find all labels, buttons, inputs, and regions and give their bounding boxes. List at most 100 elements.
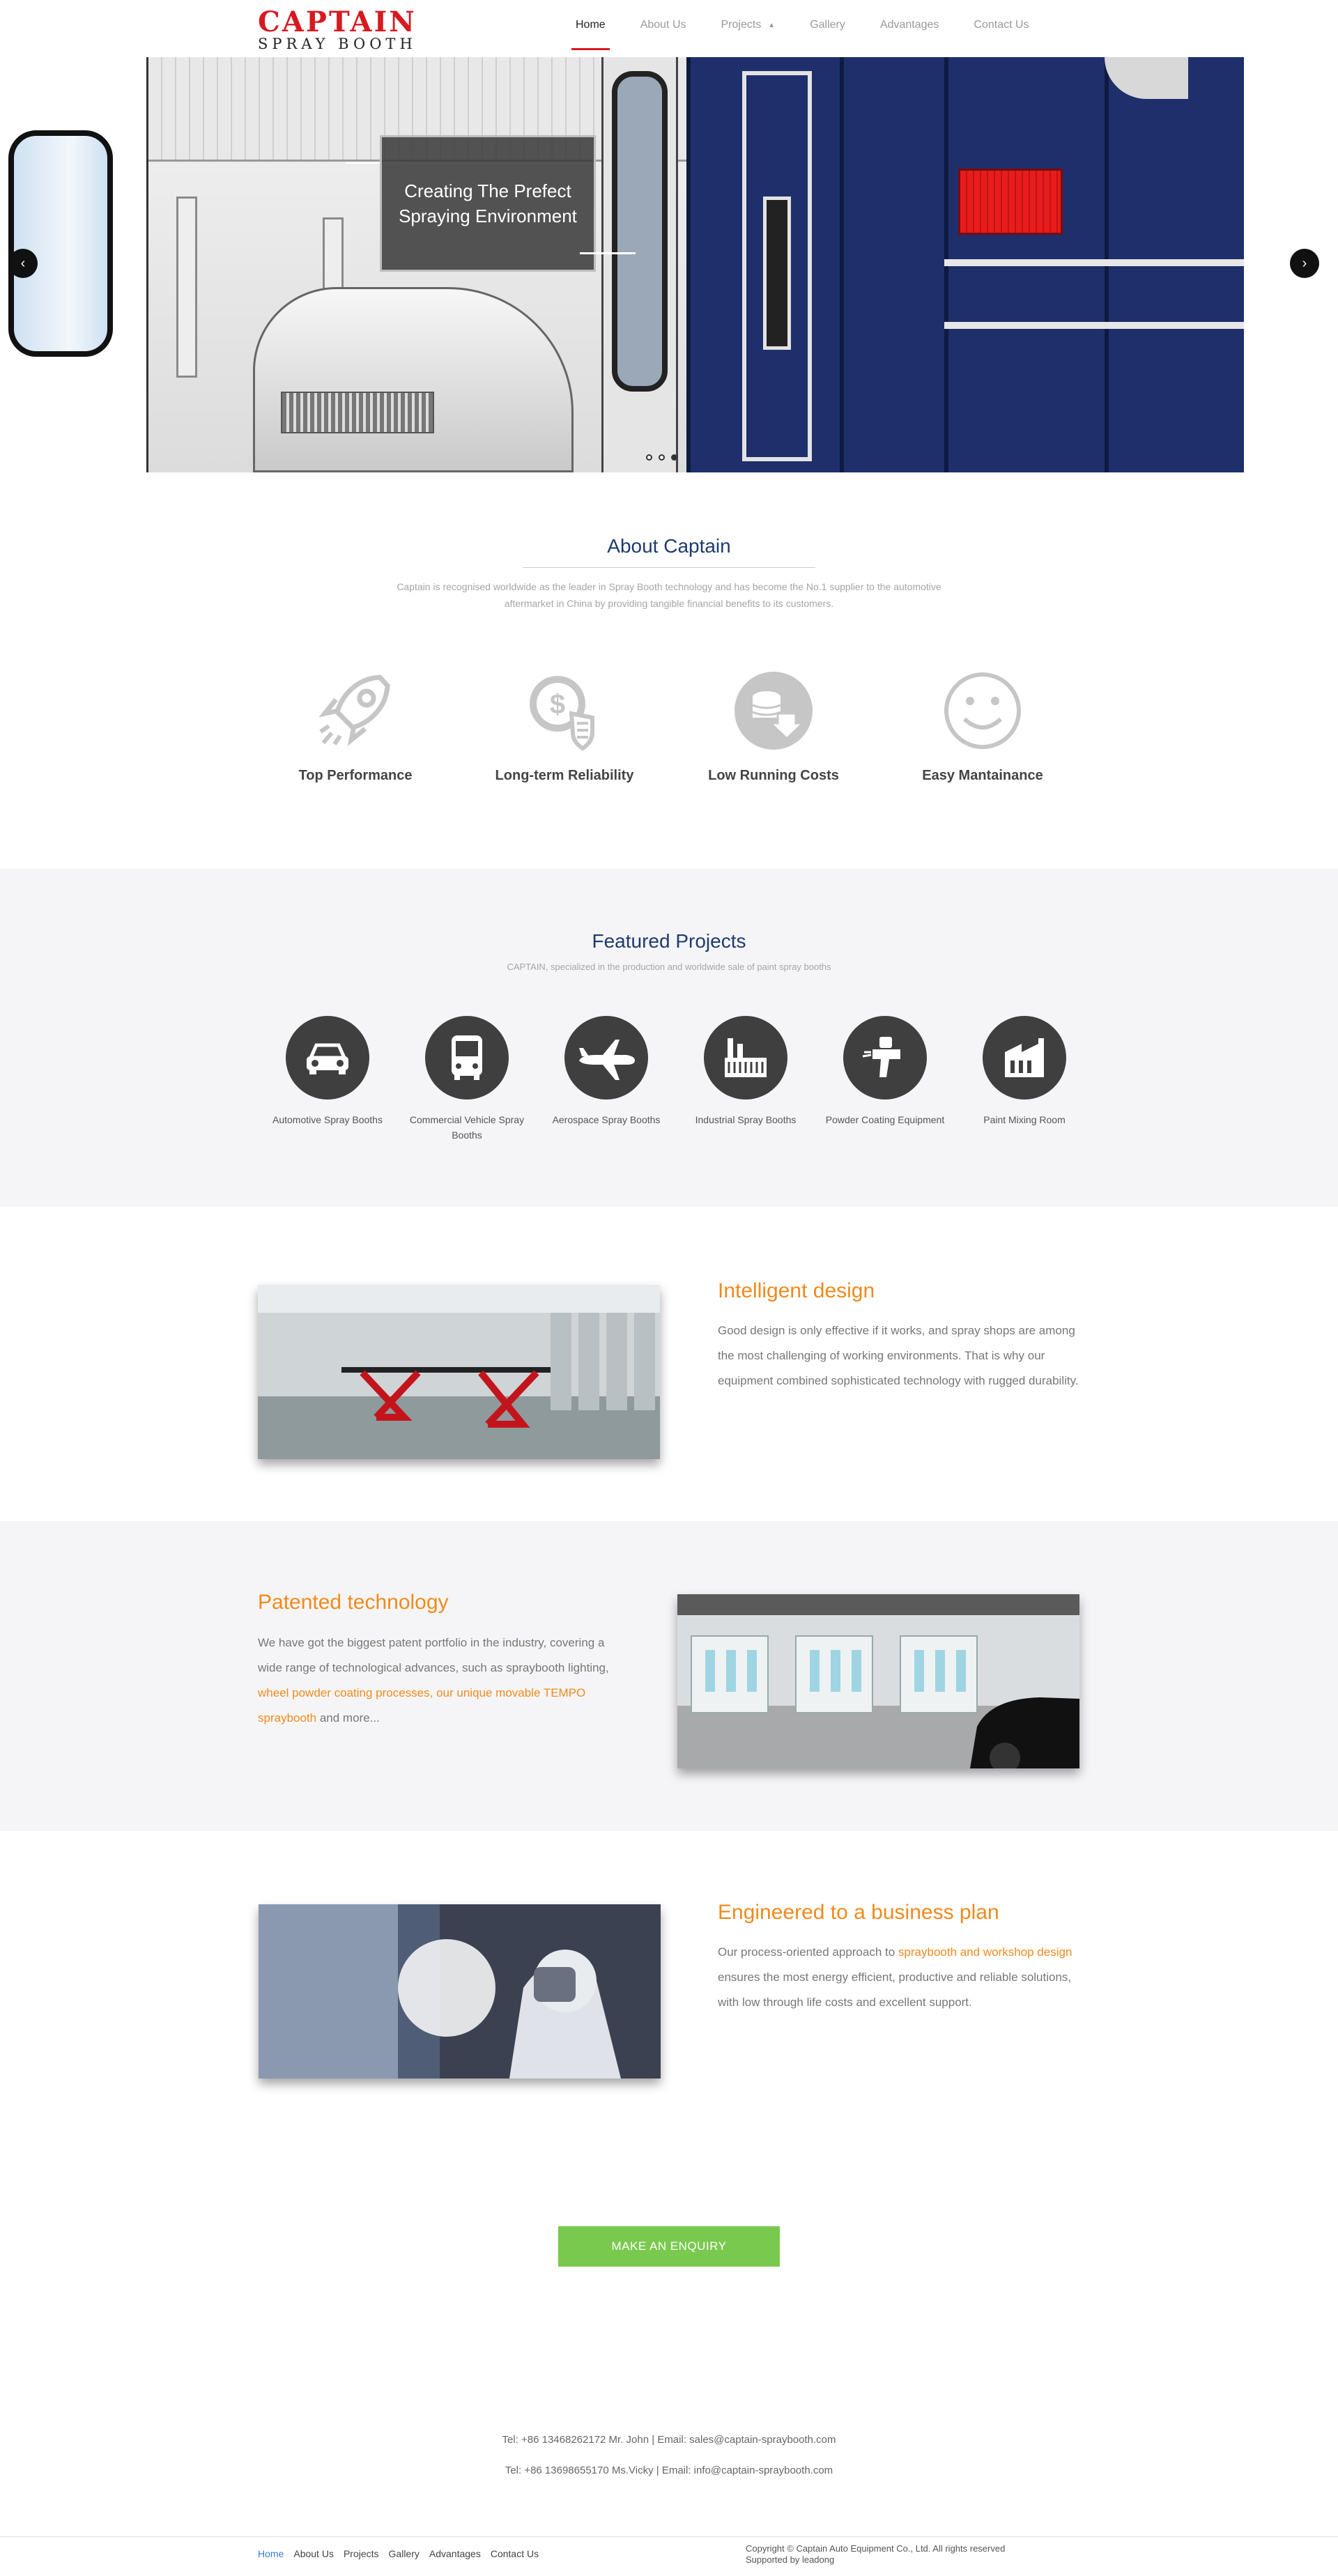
spray-booth-interior-photo	[258, 1285, 660, 1459]
dollar-shield-icon: $	[530, 676, 594, 751]
patented-technology-text: We have got the biggest patent portfolio…	[258, 1630, 627, 1731]
divider	[523, 567, 815, 568]
footer-divider	[0, 2536, 1338, 2537]
logo-title: CAPTAIN	[258, 6, 417, 38]
nav-home-label: Home	[576, 19, 606, 31]
caption-rule	[580, 252, 636, 254]
patented-technology-link[interactable]: wheel powder coating processes, our uniq…	[258, 1686, 585, 1725]
chevron-left-icon: ‹	[20, 255, 26, 271]
nav-projects[interactable]: Projects ▲	[709, 0, 788, 50]
feature-item: Low Running Costs	[669, 669, 878, 784]
intelligent-design-title: Intelligent design	[718, 1279, 875, 1302]
project-aerospace[interactable]: Aerospace Spray Booths	[544, 1016, 669, 1127]
booth-exterior	[686, 57, 1244, 472]
next-slide-button[interactable]: ›	[1290, 249, 1319, 278]
project-label: Automotive Spray Booths	[272, 1114, 383, 1125]
bus-icon	[452, 1035, 482, 1080]
car-icon	[307, 1043, 348, 1074]
car-grille	[281, 392, 434, 433]
nav-gallery-label: Gallery	[810, 19, 845, 31]
slider-dot-active[interactable]	[671, 454, 677, 461]
hero-caption: Creating The Prefect Spraying Environmen…	[380, 135, 596, 272]
painter-photo	[259, 1904, 661, 2078]
chevron-right-icon: ›	[1302, 255, 1307, 271]
feature-item: Top Performance	[251, 669, 460, 784]
footer-link-advantages[interactable]: Advantages	[429, 2548, 481, 2559]
booth-column	[840, 57, 844, 472]
chevron-down-icon: ▲	[768, 21, 776, 29]
control-box	[958, 169, 1063, 235]
nav-gallery[interactable]: Gallery	[797, 0, 858, 50]
nav-about-us[interactable]: About Us	[628, 0, 699, 50]
booth-window	[612, 71, 668, 392]
intelligent-design-text: Good design is only effective if it work…	[718, 1324, 1079, 1387]
logo-subtitle: SPRAY BOOTH	[258, 36, 417, 52]
mirror-illustration	[8, 130, 113, 357]
engineered-text-part: ensures the most energy efficient, produ…	[718, 1970, 1072, 2009]
contact-line-1: Tel: +86 13468262172 Mr. John | Email: s…	[502, 2434, 836, 2446]
footer-link-about-us[interactable]: About Us	[293, 2548, 334, 2559]
smiley-icon	[944, 672, 1021, 749]
hero-image	[146, 57, 1331, 472]
feature-label: Low Running Costs	[708, 768, 839, 783]
project-icon-circle	[564, 1016, 648, 1100]
featured-subtitle: CAPTAIN, specialized in the production a…	[507, 962, 831, 972]
feature-label: Easy Mantainance	[922, 768, 1043, 783]
featured-title: Featured Projects	[592, 930, 746, 952]
supported-by[interactable]: Supported by leadong	[746, 2554, 1005, 2566]
slider-dots	[646, 454, 677, 461]
site-header: CAPTAIN SPRAY BOOTH Home About Us Projec…	[0, 0, 1338, 57]
project-commercial-vehicle[interactable]: Commercial Vehicle Spray Booths	[404, 1016, 530, 1143]
wall-light	[176, 196, 197, 378]
patented-technology-title: Patented technology	[258, 1591, 449, 1614]
slider-dot[interactable]	[659, 454, 665, 461]
airplane-icon	[579, 1040, 635, 1080]
factory-icon	[725, 1038, 767, 1077]
nav-home[interactable]: Home	[563, 0, 618, 50]
footer-link-home[interactable]: Home	[258, 2548, 284, 2559]
svg-text:$: $	[550, 689, 565, 720]
copyright: Copyright © Captain Auto Equipment Co., …	[746, 2543, 1005, 2566]
contact-line-2: Tel: +86 13698655170 Ms.Vicky | Email: i…	[505, 2465, 833, 2476]
nav-contact-us-label: Contact Us	[974, 19, 1029, 31]
main-nav: Home About Us Projects ▲ Gallery Advantag…	[563, 0, 1052, 50]
engineered-link[interactable]: spraybooth and workshop design	[898, 1945, 1072, 1959]
engineered-text-part: Our process-oriented approach to	[718, 1945, 898, 1959]
patented-section	[0, 1521, 1338, 1831]
footer-link-gallery[interactable]: Gallery	[389, 2548, 420, 2559]
slider-dot[interactable]	[646, 454, 652, 461]
photo-illustration	[259, 1904, 661, 2078]
booth-band	[944, 259, 1244, 266]
footer-link-contact-us[interactable]: Contact Us	[491, 2548, 539, 2559]
project-label: Aerospace Spray Booths	[552, 1114, 661, 1125]
site-logo[interactable]: CAPTAIN SPRAY BOOTH	[258, 6, 418, 52]
project-label: Powder Coating Equipment	[825, 1114, 945, 1125]
project-icon-circle	[425, 1016, 509, 1100]
make-an-enquiry-button[interactable]: MAKE AN ENQUIRY	[558, 2226, 780, 2267]
car-illustration	[253, 287, 574, 472]
feature-list: Top Performance $ Long-term Reliability …	[251, 669, 1087, 801]
project-label: Industrial Spray Booths	[695, 1114, 797, 1125]
footer-link-projects[interactable]: Projects	[344, 2548, 379, 2559]
feature-label: Top Performance	[298, 768, 413, 783]
booth-duct	[1105, 57, 1188, 99]
nav-advantages-label: Advantages	[879, 19, 939, 31]
booth-column	[686, 57, 691, 472]
nav-projects-label: Projects	[721, 19, 762, 31]
project-paint-mixing[interactable]: Paint Mixing Room	[962, 1016, 1087, 1127]
nav-contact-us[interactable]: Contact Us	[961, 0, 1041, 50]
feature-item: Easy Mantainance	[878, 669, 1087, 784]
project-industrial[interactable]: Industrial Spray Booths	[683, 1016, 808, 1127]
hero-caption-line2: Spraying Environment	[399, 206, 577, 226]
booth-band	[944, 322, 1244, 329]
featured-projects-section	[0, 869, 1338, 1207]
project-icon-circle	[983, 1016, 1066, 1100]
prev-slide-button[interactable]: ‹	[8, 249, 38, 278]
nav-advantages[interactable]: Advantages	[868, 0, 952, 50]
project-powder-coating[interactable]: Powder Coating Equipment	[822, 1016, 948, 1127]
booth-slot	[763, 196, 791, 350]
rocket-icon	[318, 674, 390, 746]
project-automotive[interactable]: Automotive Spray Booths	[265, 1016, 390, 1127]
feature-label: Long-term Reliability	[495, 768, 634, 783]
project-label: Commercial Vehicle Spray Booths	[409, 1114, 525, 1141]
